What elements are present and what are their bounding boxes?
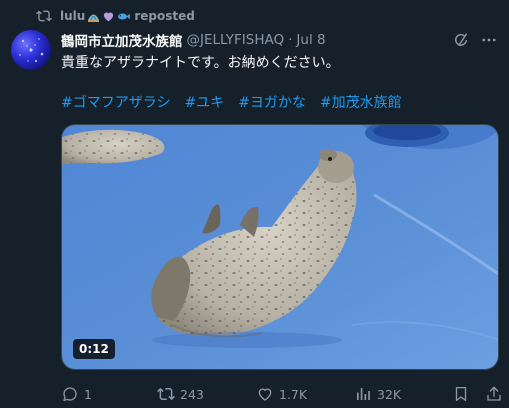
- repost-icon: [36, 10, 52, 22]
- repost-suffix: reposted: [134, 9, 195, 23]
- reply-count: 1: [84, 386, 92, 402]
- avatar[interactable]: [11, 30, 51, 70]
- author-display-name[interactable]: 鶴岡市立加茂水族館: [61, 30, 183, 50]
- share-button[interactable]: [485, 384, 503, 404]
- bookmark-icon: [455, 386, 467, 402]
- header-actions: [452, 31, 498, 49]
- header-separator: ·: [288, 32, 293, 48]
- views-button[interactable]: 32K: [354, 384, 401, 404]
- views-icon: [357, 388, 370, 400]
- reply-icon: [63, 387, 77, 402]
- grok-icon[interactable]: [452, 31, 470, 49]
- hashtag-link[interactable]: #ゴマフアザラシ: [61, 92, 170, 112]
- rock-shell-emoji: [87, 10, 100, 23]
- reply-button[interactable]: 1: [61, 384, 92, 404]
- tweet-header: 鶴岡市立加茂水族館 @JELLYFISHAQ · Jul 8: [61, 30, 441, 50]
- tweet-text: 貴重なアザラナイトです。お納めください。: [61, 55, 340, 71]
- video-frame-seal: [62, 125, 498, 369]
- tweet[interactable]: lulu reposted 鶴岡市立加茂水族館 @JELLYFISHAQ · J…: [0, 0, 509, 408]
- repost-indicator[interactable]: lulu reposted: [36, 7, 195, 25]
- fish-emoji: [117, 10, 131, 23]
- repost-user[interactable]: lulu: [60, 9, 85, 23]
- hashtag-link[interactable]: #ヨガかな: [238, 92, 306, 112]
- like-button[interactable]: 1.7K: [256, 384, 307, 404]
- repost-count: 243: [180, 386, 204, 402]
- hashtag-link[interactable]: #加茂水族館: [320, 92, 402, 112]
- views-count: 32K: [377, 386, 402, 402]
- purple-heart-emoji: [102, 10, 115, 23]
- tweet-action-bar: 1 243 1.7K 32K: [61, 384, 505, 404]
- hashtag-list: #ゴマフアザラシ #ユキ #ヨガかな #加茂水族館: [61, 92, 402, 112]
- tweet-date[interactable]: Jul 8: [296, 32, 325, 48]
- heart-icon: [258, 388, 272, 401]
- hashtag-link[interactable]: #ユキ: [184, 92, 224, 112]
- like-count: 1.7K: [279, 386, 308, 402]
- video-duration-badge: 0:12: [73, 339, 115, 359]
- repost-button[interactable]: 243: [157, 384, 204, 404]
- bookmark-button[interactable]: [452, 384, 470, 404]
- video-player[interactable]: 0:12: [61, 124, 499, 370]
- author-handle[interactable]: @JELLYFISHAQ: [187, 32, 285, 48]
- repost-icon: [157, 387, 175, 401]
- more-options-icon[interactable]: [480, 31, 498, 49]
- share-icon: [487, 386, 501, 401]
